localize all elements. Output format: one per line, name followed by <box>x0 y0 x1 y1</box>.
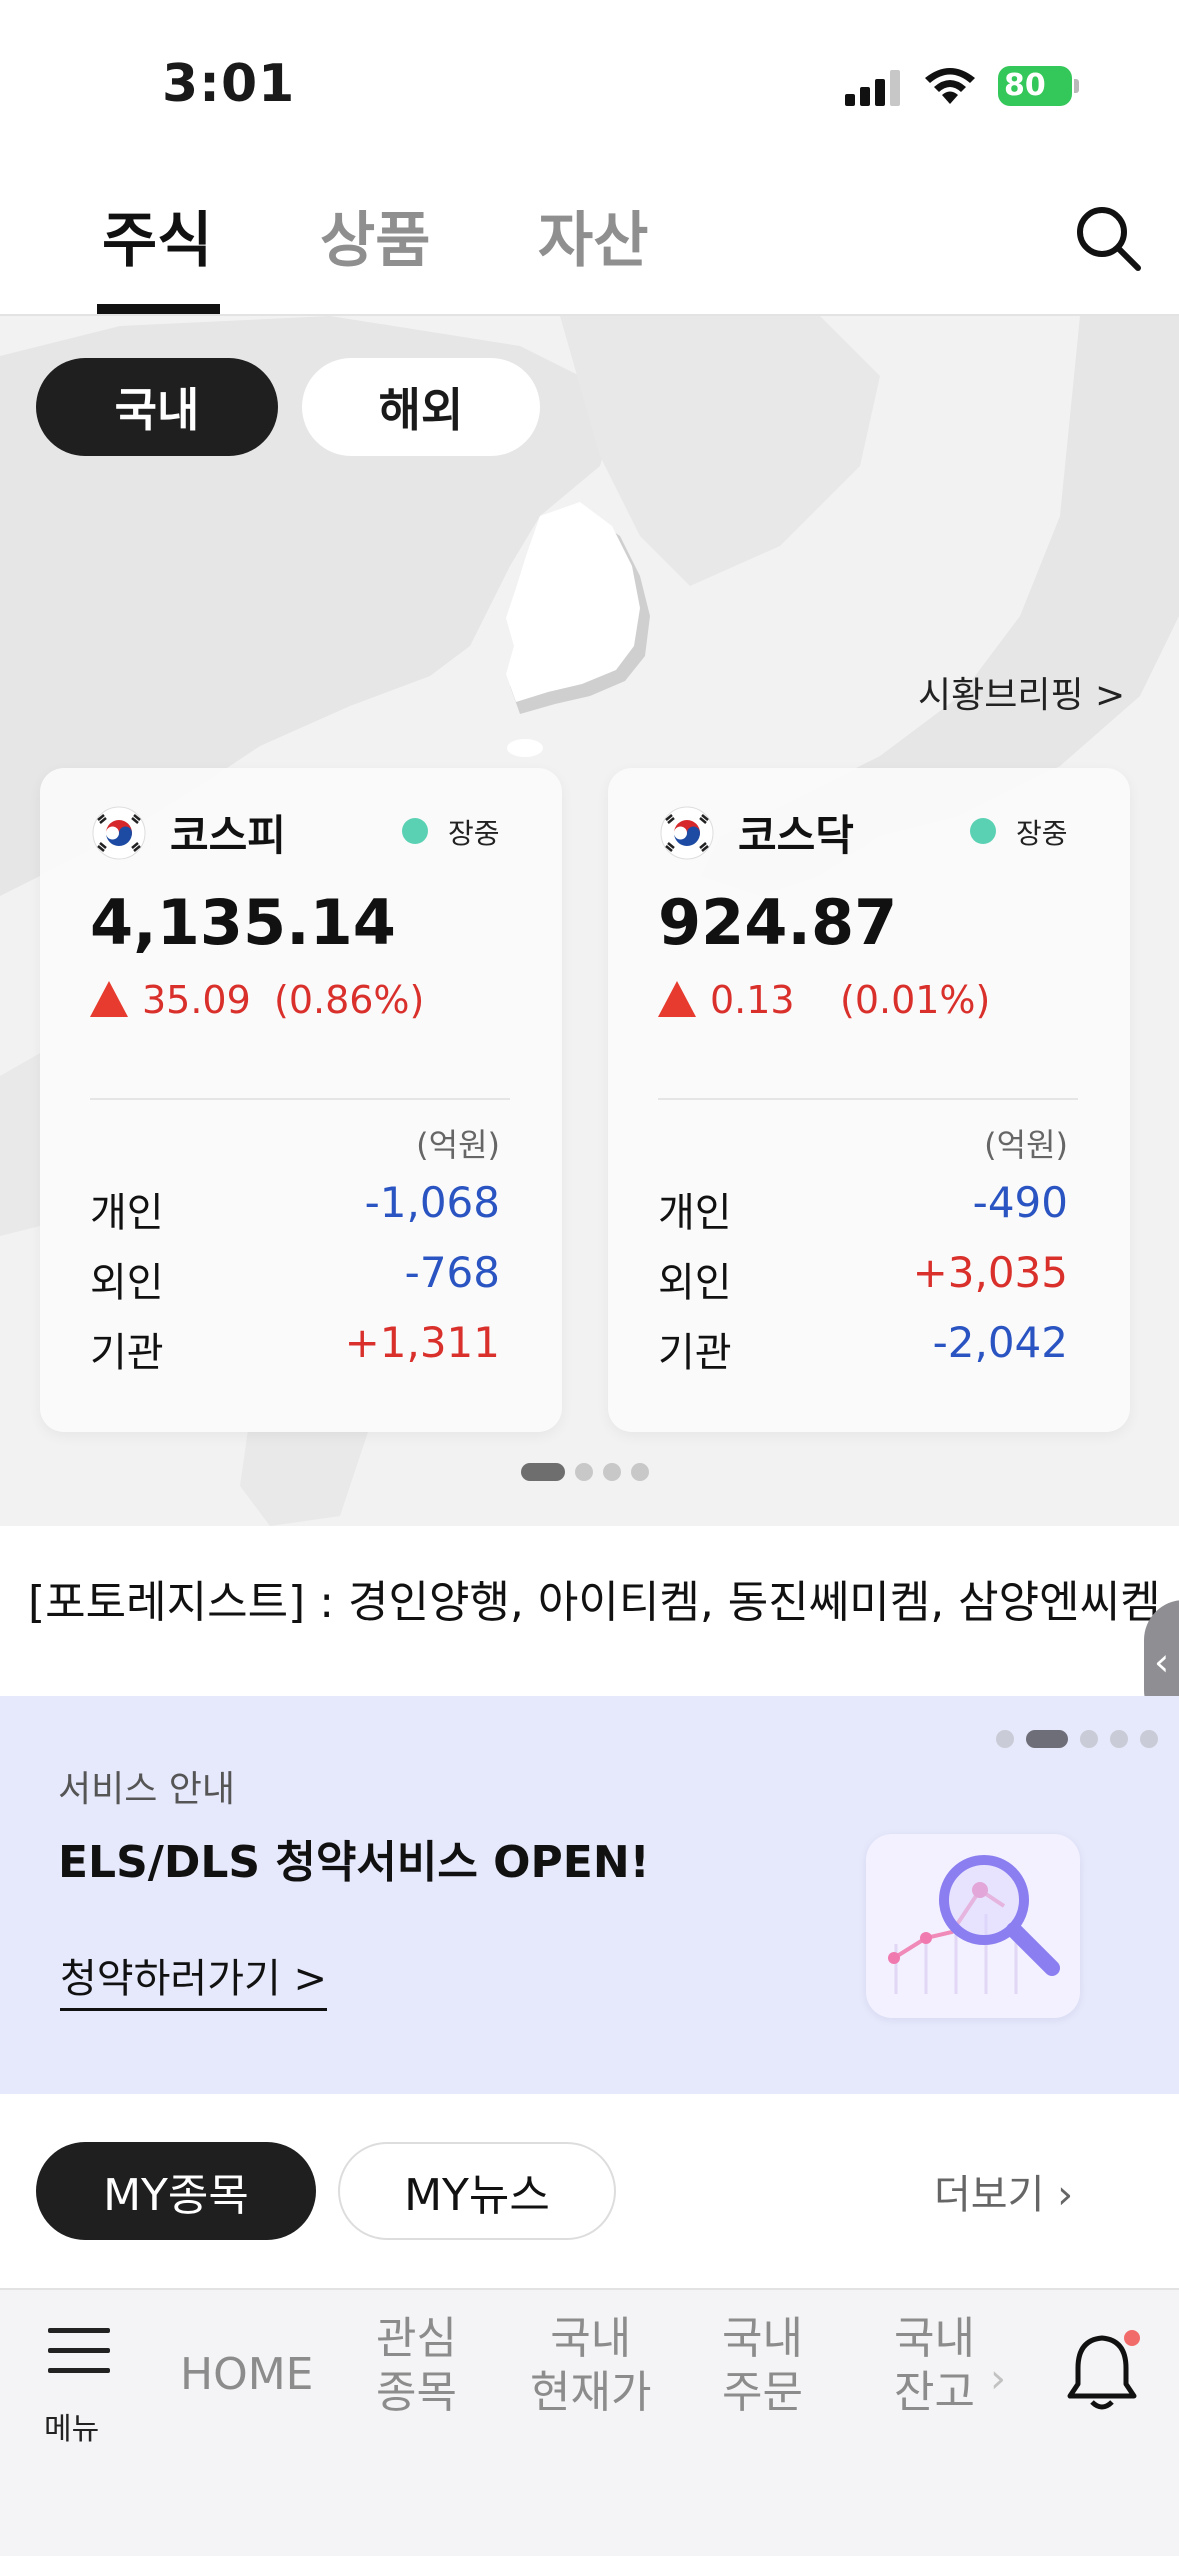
battery-icon: 80 <box>998 66 1079 106</box>
unit-label: (억원) <box>416 1126 500 1164</box>
banner-pager <box>996 1730 1158 1748</box>
status-time: 3:01 <box>162 54 296 114</box>
tab-assets[interactable]: 자산 <box>538 192 648 279</box>
unit-label: (억원) <box>984 1126 1068 1164</box>
market-open-dot <box>970 818 996 844</box>
investor-label: 개인 <box>658 1190 732 1236</box>
app-screen: 3:01 80 주식 상품 자산 국내 해외 시황브리핑 > 코스피 장중 4,… <box>0 0 1179 2556</box>
index-change: 0.13 <box>658 978 795 1022</box>
pager-dot[interactable] <box>603 1463 621 1481</box>
pager-dot[interactable] <box>521 1463 565 1481</box>
menu-button[interactable]: 메뉴 <box>44 2320 114 2447</box>
chart-magnifier-illustration <box>866 1834 1080 2018</box>
investor-label: 외인 <box>658 1260 732 1306</box>
wifi-icon <box>925 68 975 104</box>
cellular-signal-icon <box>845 70 900 106</box>
battery-level: 80 <box>1004 68 1046 103</box>
investor-value: -490 <box>972 1178 1068 1227</box>
banner-title: ELS/DLS 청약서비스 OPEN! <box>58 1837 650 1888</box>
index-name: 코스피 <box>170 811 286 860</box>
investor-value: +3,035 <box>912 1248 1068 1297</box>
menu-label: 메뉴 <box>44 2412 100 2447</box>
investor-label: 기관 <box>90 1330 164 1376</box>
investor-value: +1,311 <box>344 1318 500 1367</box>
nav-watchlist[interactable]: 관심 종목 <box>376 2312 457 2420</box>
bottom-navigation: 메뉴 HOME 관심 종목 국내 현재가 국내 주문 국내 잔고 › <box>0 2288 1179 2556</box>
top-tab-bar: 주식 상품 자산 <box>0 170 1179 316</box>
hamburger-icon <box>48 2328 110 2333</box>
banner-category: 서비스 안내 <box>58 1769 236 1810</box>
pager-dot[interactable] <box>1140 1730 1158 1748</box>
market-overview: 국내 해외 시황브리핑 > 코스피 장중 4,135.14 35.09 (0.8 <box>0 316 1179 1526</box>
nav-domestic-quote[interactable]: 국내 현재가 <box>530 2312 651 2420</box>
market-open-dot <box>402 818 428 844</box>
investor-label: 개인 <box>90 1190 164 1236</box>
domestic-toggle[interactable]: 국내 <box>36 358 278 456</box>
investor-label: 기관 <box>658 1330 732 1376</box>
subscribe-link[interactable]: 청약하러가기 > <box>60 1946 328 2011</box>
market-status: 장중 <box>448 817 500 850</box>
investor-value: -768 <box>404 1248 500 1297</box>
service-banner[interactable]: 서비스 안내 ELS/DLS 청약서비스 OPEN! 청약하러가기 > <box>0 1696 1179 2094</box>
status-bar: 3:01 80 <box>0 0 1179 170</box>
pager-dot[interactable] <box>1026 1730 1068 1748</box>
korea-flag-icon <box>660 806 714 860</box>
investor-value: -1,068 <box>364 1178 500 1227</box>
index-change-pct: (0.86%) <box>274 978 425 1022</box>
investor-label: 외인 <box>90 1260 164 1306</box>
korea-flag-icon <box>92 806 146 860</box>
pager-dot[interactable] <box>1110 1730 1128 1748</box>
tab-stocks[interactable]: 주식 <box>102 192 212 279</box>
chevron-right-icon[interactable]: › <box>990 2356 1006 2402</box>
market-briefing-link[interactable]: 시황브리핑 > <box>918 666 1125 718</box>
overseas-toggle[interactable]: 해외 <box>302 358 540 456</box>
kospi-card[interactable]: 코스피 장중 4,135.14 35.09 (0.86%) (억원) 개인 -1… <box>40 768 562 1432</box>
kosdaq-card[interactable]: 코스닥 장중 924.87 0.13 (0.01%) (억원) 개인 -490 … <box>608 768 1130 1432</box>
ticker-text: [포토레지스트] : 경인양행, 아이티켐, 동진쎄미켐, 삼양엔씨켐, <box>28 1577 1175 1628</box>
search-icon[interactable] <box>1070 200 1146 276</box>
nav-domestic-balance[interactable]: 국내 잔고 <box>894 2312 975 2420</box>
nav-domestic-order[interactable]: 국내 주문 <box>722 2312 803 2420</box>
investor-value: -2,042 <box>932 1318 1068 1367</box>
divider <box>658 1098 1078 1100</box>
tab-my-news[interactable]: MY뉴스 <box>338 2142 616 2240</box>
chevron-left-icon: ‹ <box>1154 1640 1170 1684</box>
pager-dot[interactable] <box>631 1463 649 1481</box>
pager-dot[interactable] <box>996 1730 1014 1748</box>
pager-dot[interactable] <box>575 1463 593 1481</box>
index-value: 924.87 <box>658 886 898 959</box>
more-link[interactable]: 더보기 › <box>934 2162 1073 2220</box>
news-ticker[interactable]: [포토레지스트] : 경인양행, 아이티켐, 동진쎄미켐, 삼양엔씨켐, <box>0 1526 1179 1670</box>
my-section-tabs: MY종목 MY뉴스 더보기 › <box>0 2094 1179 2288</box>
up-arrow-icon <box>90 981 128 1017</box>
tab-my-stocks[interactable]: MY종목 <box>36 2142 316 2240</box>
index-name: 코스닥 <box>738 811 854 860</box>
index-value: 4,135.14 <box>90 886 396 959</box>
divider <box>90 1098 510 1100</box>
pager-dot[interactable] <box>1080 1730 1098 1748</box>
notification-bell-icon[interactable] <box>1060 2326 1144 2416</box>
magnifier-chart-icon <box>888 1855 1060 1994</box>
up-arrow-icon <box>658 981 696 1017</box>
index-change-pct: (0.01%) <box>840 978 991 1022</box>
market-status: 장중 <box>1016 817 1068 850</box>
tab-products[interactable]: 상품 <box>320 192 430 279</box>
active-tab-indicator <box>97 304 220 314</box>
card-pager <box>521 1462 649 1482</box>
nav-home[interactable]: HOME <box>180 2348 313 2402</box>
index-change: 35.09 <box>90 978 251 1022</box>
